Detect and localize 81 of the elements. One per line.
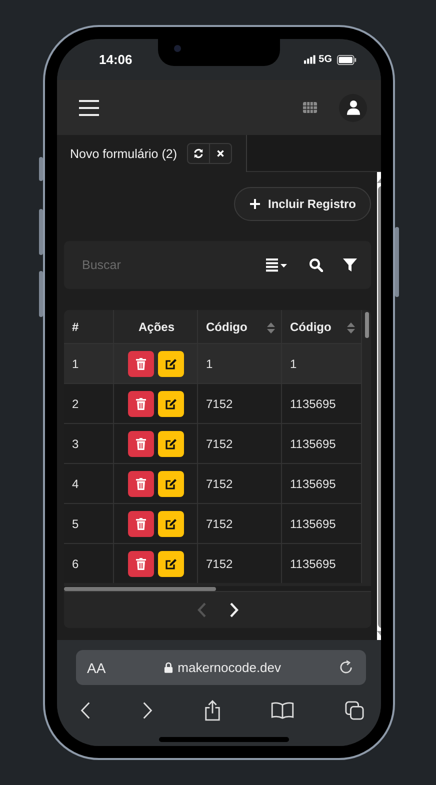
table-row[interactable]: 4 7152 1135695 [64,464,362,504]
edit-icon [164,558,176,570]
edit-button[interactable] [158,550,184,576]
text-size-button[interactable]: AA [87,660,106,676]
table-cell: 7152 [198,544,282,583]
sort-icon[interactable] [347,322,355,334]
delete-button[interactable] [128,390,154,416]
edit-button[interactable] [158,510,184,536]
url-text: makernocode.dev [178,660,282,675]
trash-icon [136,438,146,450]
table-row[interactable]: 3 7152 1135695 [64,424,362,464]
search-field[interactable]: Buscar [80,257,245,273]
table-cell: 1 [64,344,114,384]
table-cell: 1135695 [282,424,362,464]
table-cell: 7152 [198,464,282,504]
back-icon[interactable] [80,701,91,720]
grid-icon[interactable] [303,102,317,113]
address-bar[interactable]: AA makernocode.dev [76,650,366,685]
trash-icon [136,398,146,410]
tabs-icon[interactable] [345,701,364,720]
edit-button[interactable] [158,430,184,456]
signal-icon [304,55,316,64]
next-page-icon[interactable] [228,602,238,618]
battery-icon [337,54,357,64]
edit-button[interactable] [158,470,184,496]
column-header: Ações [114,310,198,344]
table-cell: 1 [282,344,362,384]
edit-icon [164,358,176,370]
trash-icon [136,518,146,530]
table-cell: 1135695 [282,384,362,424]
scrollbar-thumb[interactable] [365,312,369,338]
table-cell: 1135695 [282,544,362,583]
status-time: 14:06 [99,52,132,67]
filter-icon[interactable] [343,258,357,272]
table-cell: 3 [64,424,114,464]
scrollbar-thumb[interactable] [64,587,216,591]
share-icon[interactable] [204,700,220,721]
delete-button[interactable] [128,550,154,576]
plus-icon [248,198,261,210]
trash-icon [136,358,146,370]
search-icon[interactable] [309,258,323,272]
forward-icon[interactable] [142,701,153,720]
trash-icon [136,478,146,490]
user-avatar[interactable] [339,94,367,122]
lock-icon [164,662,173,673]
edit-icon [164,398,176,410]
add-record-button[interactable]: Incluir Registro [234,187,371,221]
delete-button[interactable] [128,510,154,536]
reload-icon[interactable] [339,660,354,675]
table-cell: 2 [64,384,114,424]
edit-icon [164,518,176,530]
column-header: Código [198,310,282,344]
table-row[interactable]: 6 7152 1135695 [64,544,362,583]
table-row[interactable]: 5 7152 1135695 [64,504,362,544]
column-header: # [64,310,114,344]
delete-button[interactable] [128,470,154,496]
sort-icon[interactable] [267,322,275,334]
table-row[interactable]: 1 1 1 [64,344,362,384]
table-cell: 7152 [198,504,282,544]
bookmarks-icon[interactable] [271,702,294,719]
trash-icon [136,558,146,570]
table-cell: 1 [198,344,282,384]
edit-icon [164,438,176,450]
list-dropdown-icon[interactable] [265,258,289,272]
edit-button[interactable] [158,350,184,376]
edit-button[interactable] [158,390,184,416]
column-header: Código [282,310,362,344]
network-label: 5G [318,54,332,65]
table-cell: 4 [64,464,114,504]
table-cell: 1135695 [282,504,362,544]
delete-button[interactable] [128,430,154,456]
table-cell: 1135695 [282,464,362,504]
table-cell: 7152 [198,424,282,464]
table-cell: 6 [64,544,114,583]
delete-button[interactable] [128,350,154,376]
menu-icon[interactable] [79,100,99,116]
table-cell: 7152 [198,384,282,424]
form-tab[interactable]: Novo formulário (2) [57,135,247,172]
edit-icon [164,478,176,490]
table-cell: 5 [64,504,114,544]
table-row[interactable]: 2 7152 1135695 [64,384,362,424]
